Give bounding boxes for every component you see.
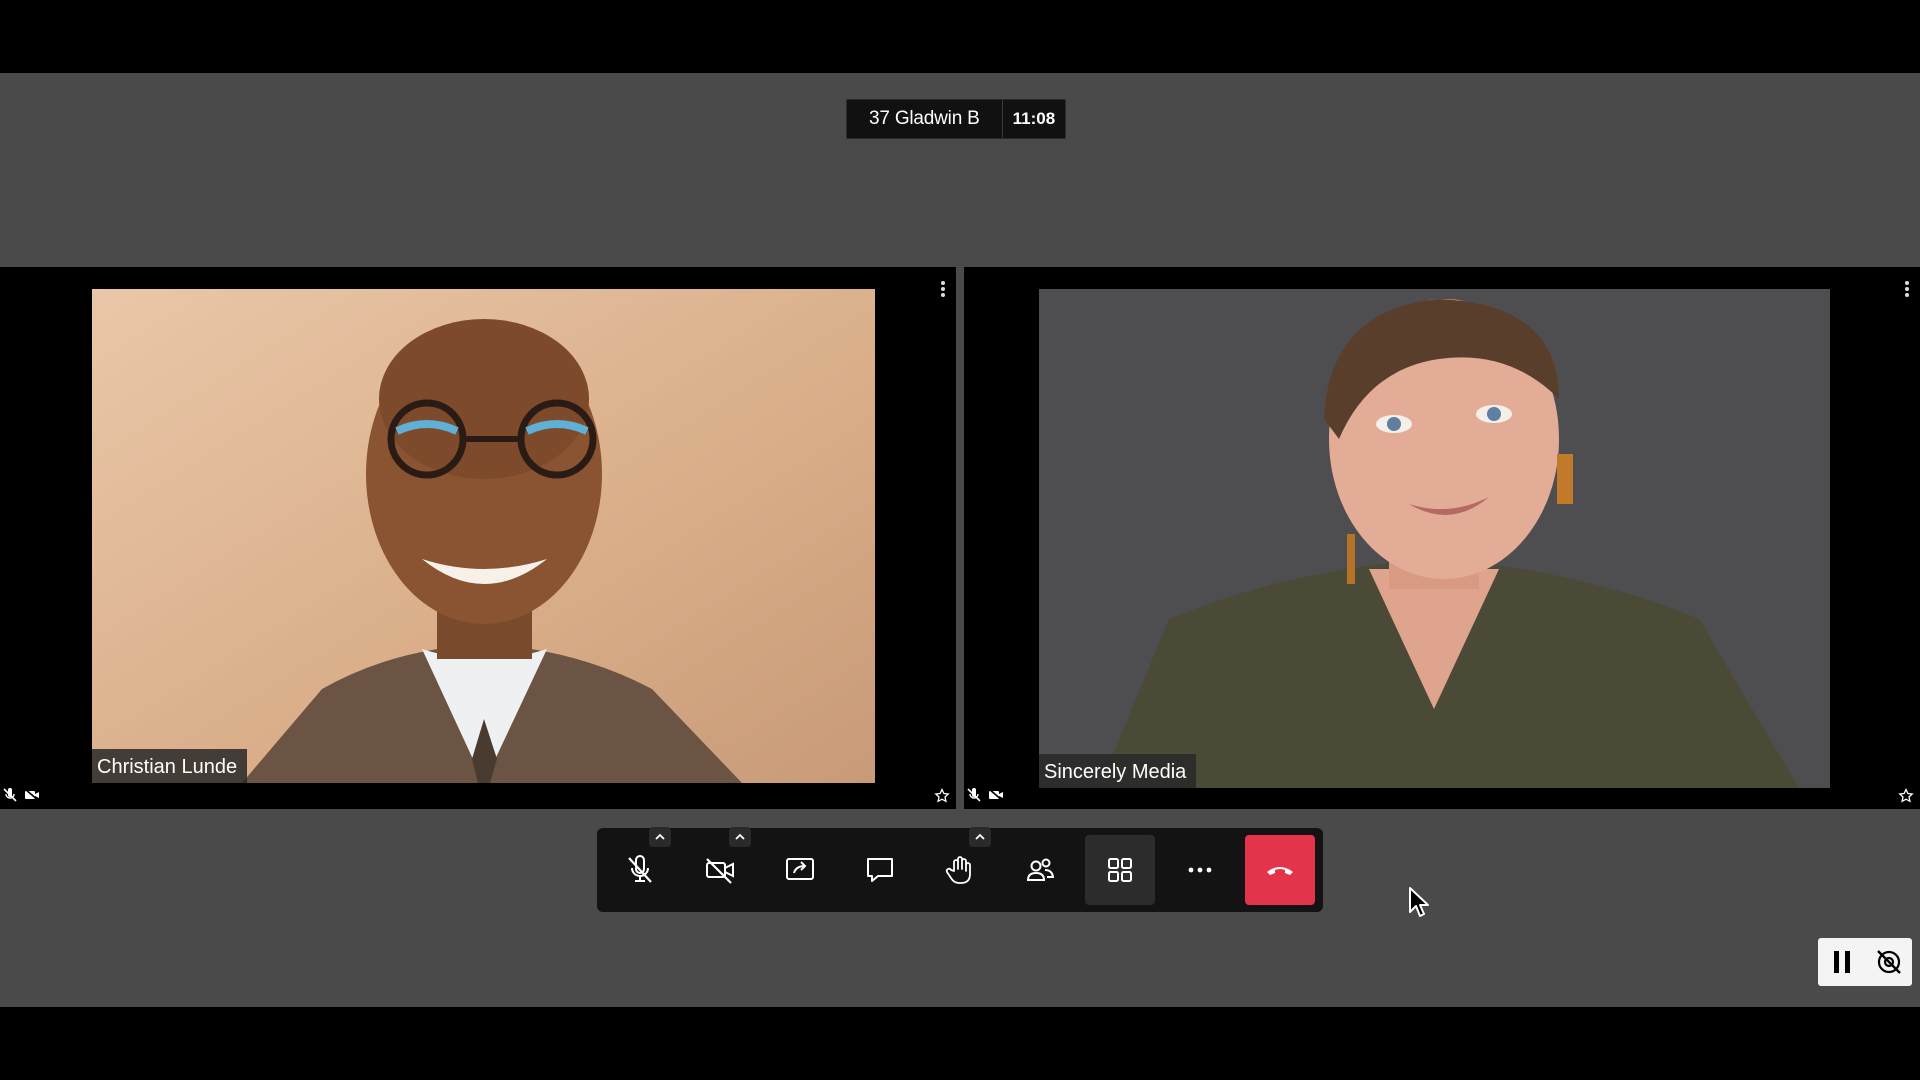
screen-share-icon xyxy=(786,858,814,880)
participant-video: Christian Lunde xyxy=(92,289,875,783)
mouse-cursor-icon xyxy=(1409,887,1429,917)
grid-icon xyxy=(1108,858,1132,882)
more-icon xyxy=(1188,867,1212,873)
more-actions-button[interactable] xyxy=(1165,835,1235,905)
hangup-button[interactable] xyxy=(1245,835,1315,905)
participant-name: Christian Lunde xyxy=(92,749,248,783)
camera-off-icon xyxy=(988,788,1004,802)
tile-menu-icon[interactable] xyxy=(938,279,948,299)
chevron-up-icon xyxy=(655,833,665,840)
microphone-options-button[interactable] xyxy=(649,827,671,847)
microphone-button[interactable] xyxy=(605,827,675,905)
star-icon[interactable] xyxy=(934,788,950,804)
participants-icon xyxy=(1026,858,1055,881)
camera-off-icon xyxy=(706,858,734,884)
chat-button[interactable] xyxy=(845,835,915,905)
camera-options-button[interactable] xyxy=(729,827,751,847)
camera-off-icon[interactable] xyxy=(1874,947,1904,977)
share-screen-button[interactable] xyxy=(765,835,835,905)
participant-tile-1[interactable]: Christian Lunde xyxy=(0,267,956,809)
call-toolbar xyxy=(597,827,1323,912)
recorder-widget xyxy=(1818,938,1912,986)
tile-status xyxy=(2,787,40,803)
participant-name: Sincerely Media xyxy=(1039,754,1197,788)
meeting-stage: 37 Gladwin B 11:08 Christian Lunde Since… xyxy=(0,73,1920,1007)
tile-menu-icon[interactable] xyxy=(1902,279,1912,299)
camera-off-icon xyxy=(24,788,40,802)
raise-hand-icon xyxy=(945,856,971,884)
tile-status xyxy=(966,787,1004,803)
muted-icon xyxy=(3,788,17,802)
chat-icon xyxy=(867,858,893,882)
star-icon[interactable] xyxy=(1898,788,1914,804)
pause-icon[interactable] xyxy=(1827,947,1857,977)
video-frame-sincerely xyxy=(1039,289,1830,788)
muted-icon xyxy=(967,788,981,802)
room-name: 37 Gladwin B xyxy=(869,108,980,129)
reactions-options-button[interactable] xyxy=(969,827,991,847)
video-frame-christian xyxy=(92,289,875,783)
tile-view-button[interactable] xyxy=(1085,835,1155,905)
camera-button[interactable] xyxy=(685,827,755,905)
raise-hand-button[interactable] xyxy=(925,827,995,905)
participant-tile-2[interactable]: Sincerely Media xyxy=(964,267,1920,809)
chevron-up-icon xyxy=(735,833,745,840)
elapsed-time: 11:08 xyxy=(1012,109,1056,128)
participants-button[interactable] xyxy=(1005,835,1075,905)
hangup-icon xyxy=(1267,867,1293,875)
microphone-muted-icon xyxy=(628,855,652,883)
chevron-up-icon xyxy=(975,833,985,840)
participant-video: Sincerely Media xyxy=(1039,289,1830,788)
meeting-info: 37 Gladwin B 11:08 xyxy=(846,99,1067,139)
